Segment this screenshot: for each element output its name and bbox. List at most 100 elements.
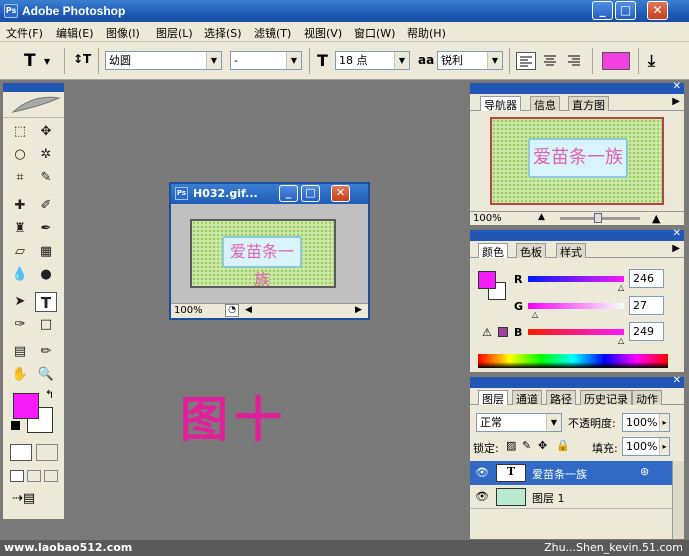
chevron-down-icon[interactable]: ▼: [546, 414, 561, 431]
tab-history[interactable]: 历史记录: [580, 390, 632, 406]
close-icon[interactable]: ✕: [673, 81, 681, 92]
move-tool-icon[interactable]: ✥: [35, 122, 57, 142]
document-maximize-button[interactable]: □: [301, 185, 320, 202]
scroll-right-icon[interactable]: ▶: [355, 305, 362, 315]
r-slider-thumb[interactable]: △: [618, 283, 624, 292]
layer-style-icon[interactable]: ⊛: [640, 465, 649, 478]
tab-swatches[interactable]: 色板: [516, 243, 546, 259]
layer-row[interactable]: 👁 T 爱苗条一族 ⊛: [470, 461, 684, 485]
notes-tool-icon[interactable]: ▤: [9, 342, 31, 362]
b-slider-track[interactable]: [528, 329, 624, 335]
menu-view[interactable]: 视图(V): [304, 25, 342, 41]
jump-to-imageready-icon[interactable]: ⇢▤: [12, 491, 54, 509]
tab-info[interactable]: 信息: [530, 96, 560, 112]
color-foreground-swatch[interactable]: [478, 271, 496, 289]
gamut-color-swatch[interactable]: [498, 327, 508, 337]
navigator-zoom-value[interactable]: 100%: [473, 213, 502, 224]
close-button[interactable]: ✕: [647, 1, 668, 20]
document-canvas-area[interactable]: 爱苗条一族: [171, 204, 368, 303]
document-zoom-value[interactable]: 100%: [174, 305, 203, 316]
chevron-down-icon[interactable]: ▼: [394, 52, 409, 69]
menu-edit[interactable]: 编辑(E): [56, 25, 94, 41]
chevron-right-icon[interactable]: ▸: [659, 438, 669, 455]
layer-name[interactable]: 爱苗条一族: [532, 466, 587, 482]
lock-all-icon[interactable]: 🔒: [556, 439, 570, 452]
screen-mode-full-menu-button[interactable]: [27, 470, 41, 482]
b-slider-thumb[interactable]: △: [618, 336, 624, 345]
lock-transparency-icon[interactable]: ▨: [506, 439, 516, 452]
tab-layers[interactable]: 图层: [478, 390, 508, 406]
chevron-right-icon[interactable]: ▸: [659, 414, 669, 431]
visibility-eye-icon[interactable]: 👁: [475, 466, 489, 479]
align-center-button[interactable]: [541, 52, 561, 70]
quick-mask-button[interactable]: [36, 444, 58, 461]
scroll-left-icon[interactable]: ◀: [245, 305, 252, 315]
tab-navigator[interactable]: 导航器: [480, 96, 521, 112]
align-left-button[interactable]: [516, 52, 536, 70]
menu-filter[interactable]: 滤镜(T): [254, 25, 291, 41]
menu-layer[interactable]: 图层(L): [156, 25, 193, 41]
healing-brush-icon[interactable]: ✚: [9, 196, 31, 216]
menu-image[interactable]: 图像(I): [106, 25, 140, 41]
navigator-thumbnail[interactable]: 爱苗条一族: [490, 117, 664, 205]
layer-row[interactable]: 👁 图层 1: [470, 485, 684, 509]
dodge-tool-icon[interactable]: ●: [35, 265, 57, 285]
lock-position-icon[interactable]: ✥: [538, 439, 547, 452]
text-color-swatch[interactable]: [602, 52, 630, 70]
visibility-eye-icon[interactable]: 👁: [475, 490, 489, 503]
standard-mode-button[interactable]: [10, 444, 32, 461]
tab-channels[interactable]: 通道: [512, 390, 542, 406]
g-slider-track[interactable]: [528, 303, 624, 309]
g-slider-thumb[interactable]: △: [532, 310, 538, 319]
clone-stamp-icon[interactable]: ♜: [9, 219, 31, 239]
menu-window[interactable]: 窗口(W): [354, 25, 395, 41]
tab-paths[interactable]: 路径: [546, 390, 576, 406]
status-menu-icon[interactable]: ◔: [225, 304, 239, 317]
zoom-in-icon[interactable]: ▲: [652, 212, 660, 225]
brush-tool-icon[interactable]: ✐: [35, 196, 57, 216]
blend-mode-select[interactable]: 正常 ▼: [476, 413, 562, 432]
gradient-tool-icon[interactable]: ▦: [35, 242, 57, 262]
document-minimize-button[interactable]: _: [279, 185, 298, 202]
palette-menu-icon[interactable]: ▶: [672, 243, 680, 254]
r-slider-track[interactable]: [528, 276, 624, 282]
text-tool-preset-icon[interactable]: T: [24, 51, 36, 71]
slice-tool-icon[interactable]: ✎: [35, 168, 57, 188]
close-icon[interactable]: ✕: [673, 228, 681, 239]
pen-tool-icon[interactable]: ✑: [9, 315, 31, 335]
chevron-down-icon[interactable]: ▼: [206, 52, 221, 69]
r-value-input[interactable]: 246: [629, 269, 664, 288]
eyedropper-icon[interactable]: ✏: [35, 342, 57, 362]
menu-file[interactable]: 文件(F): [6, 25, 43, 41]
warp-text-icon[interactable]: ⤓: [648, 51, 655, 71]
font-family-select[interactable]: 幼圆 ▼: [105, 51, 222, 70]
align-right-button[interactable]: [565, 52, 585, 70]
lock-image-icon[interactable]: ✎: [522, 439, 531, 452]
opacity-input[interactable]: 100% ▸: [622, 413, 670, 432]
font-style-select[interactable]: - ▼: [230, 51, 302, 70]
b-value-input[interactable]: 249: [629, 322, 664, 341]
tab-color[interactable]: 颜色: [478, 243, 508, 259]
foreground-color-swatch[interactable]: [13, 393, 39, 419]
document-close-button[interactable]: ✕: [331, 185, 350, 202]
chevron-down-icon[interactable]: ▼: [44, 57, 50, 66]
font-size-select[interactable]: 18 点 ▼: [335, 51, 410, 70]
color-spectrum-bar[interactable]: [478, 354, 668, 368]
chevron-down-icon[interactable]: ▼: [487, 52, 502, 69]
path-selection-icon[interactable]: ➤: [9, 292, 31, 312]
history-brush-icon[interactable]: ✒: [35, 219, 57, 239]
menu-select[interactable]: 选择(S): [204, 25, 242, 41]
blur-tool-icon[interactable]: 💧: [9, 265, 31, 285]
zoom-out-icon[interactable]: ▲: [538, 212, 545, 222]
menu-help[interactable]: 帮助(H): [407, 25, 446, 41]
marquee-tool-icon[interactable]: ⬚: [9, 122, 31, 142]
minimize-button[interactable]: _: [592, 1, 613, 20]
type-tool-icon[interactable]: T: [35, 292, 57, 312]
screen-mode-standard-button[interactable]: [10, 470, 24, 482]
fill-input[interactable]: 100% ▸: [622, 437, 670, 456]
eraser-tool-icon[interactable]: ▱: [9, 242, 31, 262]
antialias-select[interactable]: 锐利 ▼: [437, 51, 503, 70]
close-icon[interactable]: ✕: [673, 375, 681, 386]
adobe-feather-logo[interactable]: [3, 92, 64, 118]
swap-colors-icon[interactable]: ↰: [45, 388, 54, 401]
